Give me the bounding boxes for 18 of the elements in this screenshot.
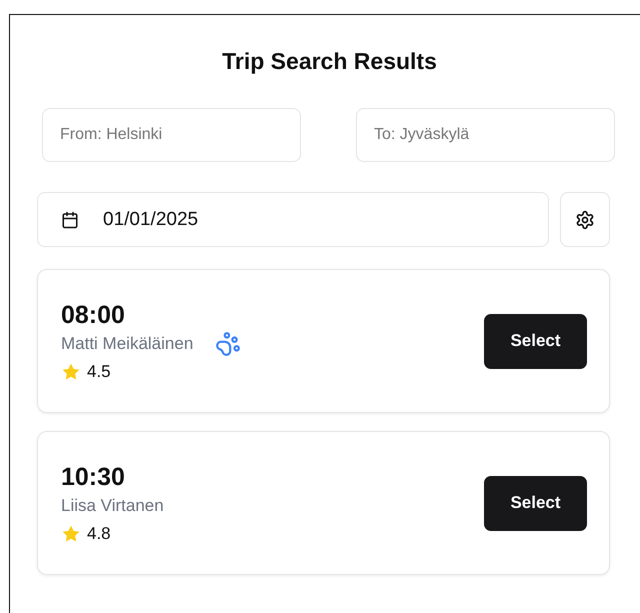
star-icon [61,362,81,382]
from-field[interactable]: From: Helsinki [42,108,301,162]
page-title: Trip Search Results [221,48,438,75]
to-field[interactable]: To: Jyväskylä [356,108,615,162]
departure-time: 08:00 [61,300,126,330]
rating-value: 4.5 [87,362,111,382]
settings-button[interactable] [560,192,610,247]
select-button[interactable]: Select [484,314,587,368]
driver-name: Matti Meikäläinen [61,334,194,354]
select-button[interactable]: Select [484,476,587,530]
rating-value: 4.8 [87,524,111,544]
star-icon [61,524,81,544]
driver-name: Liisa Virtanen [61,496,164,516]
settings-icon [575,210,595,230]
date-field[interactable]: 01/01/2025 [37,192,549,247]
calendar-icon [61,210,79,228]
departure-time: 10:30 [61,462,126,492]
date-value: 01/01/2025 [103,208,198,230]
